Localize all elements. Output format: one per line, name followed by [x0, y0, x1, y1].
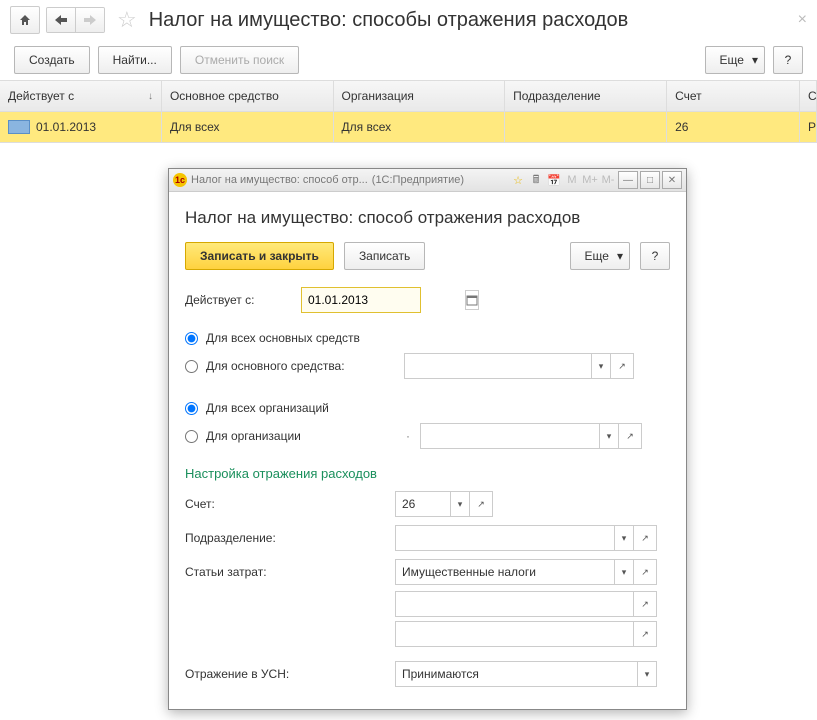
record-icon: [8, 120, 30, 134]
col-dept[interactable]: Подразделение: [505, 81, 667, 111]
dept-combo[interactable]: ▾ ↗: [395, 525, 657, 551]
save-button[interactable]: Записать: [344, 242, 425, 270]
col-effective-label: Действует с: [8, 89, 74, 103]
favorite-star-icon[interactable]: ☆: [117, 7, 137, 33]
open-link-icon[interactable]: ↗: [633, 622, 656, 646]
org-combo[interactable]: ▾ ↗: [420, 423, 642, 449]
modal-title: Налог на имущество: способ отражения рас…: [185, 208, 670, 228]
chevron-down-icon: ▾: [617, 249, 623, 263]
asset-combo[interactable]: ▾ ↗: [404, 353, 634, 379]
section-heading: Настройка отражения расходов: [185, 466, 670, 481]
cost-items-label: Статьи затрат:: [185, 565, 395, 579]
col-effective[interactable]: Действует с ↓: [0, 81, 162, 111]
radio-all-assets[interactable]: [185, 332, 198, 345]
radio-one-asset[interactable]: [185, 360, 198, 373]
dot-indicator: ·: [404, 429, 412, 443]
mem-plus-icon[interactable]: M+: [582, 172, 598, 188]
chevron-down-icon[interactable]: ▾: [591, 354, 610, 378]
row-account: 26: [667, 112, 800, 142]
calendar-icon[interactable]: 📅: [546, 172, 562, 188]
mem-m-icon[interactable]: M: [564, 172, 580, 188]
account-label: Счет:: [185, 497, 395, 511]
sort-asc-icon: ↓: [148, 91, 153, 102]
minimize-button[interactable]: —: [618, 171, 638, 189]
chevron-down-icon[interactable]: ▾: [614, 560, 633, 584]
nav-back-forward: [46, 7, 105, 33]
radio-one-org[interactable]: [185, 430, 198, 443]
chevron-down-icon[interactable]: ▾: [450, 492, 469, 516]
modal-help-button[interactable]: ?: [640, 242, 670, 270]
col-asset[interactable]: Основное средство: [162, 81, 334, 111]
cost-items-combo[interactable]: Имущественные налоги ▾ ↗: [395, 559, 657, 585]
usn-combo[interactable]: Принимаются ▾: [395, 661, 657, 687]
modal-more-label: Еще: [585, 249, 609, 263]
modal-more-button[interactable]: Еще ▾: [570, 242, 630, 270]
col-account[interactable]: Счет: [667, 81, 800, 111]
open-link-icon[interactable]: ↗: [618, 424, 641, 448]
open-link-icon[interactable]: ↗: [610, 354, 633, 378]
close-page-button[interactable]: ×: [798, 11, 807, 29]
forward-button[interactable]: [76, 8, 104, 32]
radio-one-asset-label: Для основного средства:: [206, 359, 396, 373]
cost-items-extra1[interactable]: ↗: [395, 591, 657, 617]
row-dept: [505, 112, 667, 142]
dept-label: Подразделение:: [185, 531, 395, 545]
open-link-icon[interactable]: ↗: [633, 592, 656, 616]
row-last: Р: [800, 112, 817, 142]
star-icon[interactable]: ☆: [510, 172, 526, 188]
effective-date-input[interactable]: [306, 292, 465, 308]
modal-window: 1c Налог на имущество: способ отр... (1С…: [168, 168, 687, 710]
effective-date-field[interactable]: [301, 287, 421, 313]
row-date: 01.01.2013: [36, 120, 96, 134]
open-link-icon[interactable]: ↗: [469, 492, 492, 516]
date-picker-icon[interactable]: [465, 290, 479, 310]
radio-all-assets-label: Для всех основных средств: [206, 331, 360, 345]
create-button[interactable]: Создать: [14, 46, 90, 74]
effective-label: Действует с:: [185, 293, 301, 307]
chevron-down-icon[interactable]: ▾: [614, 526, 633, 550]
radio-one-org-label: Для организации: [206, 429, 396, 443]
cost-items-extra2[interactable]: ↗: [395, 621, 657, 647]
row-asset: Для всех: [162, 112, 334, 142]
open-link-icon[interactable]: ↗: [633, 526, 656, 550]
account-combo-value: 26: [396, 497, 450, 511]
save-and-close-button[interactable]: Записать и закрыть: [185, 242, 334, 270]
table-row[interactable]: 01.01.2013 Для всех Для всех 26 Р: [0, 112, 817, 142]
more-label: Еще: [720, 53, 744, 67]
chevron-down-icon: ▾: [752, 53, 758, 67]
app-1c-icon: 1c: [173, 173, 187, 187]
calc-icon[interactable]: 🖩: [528, 172, 544, 188]
modal-tab-suffix: (1С:Предприятие): [372, 174, 464, 186]
modal-tab-title: Налог на имущество: способ отр...: [191, 174, 368, 186]
maximize-button[interactable]: □: [640, 171, 660, 189]
radio-all-orgs[interactable]: [185, 402, 198, 415]
grid-header: Действует с ↓ Основное средство Организа…: [0, 81, 817, 112]
find-button[interactable]: Найти...: [98, 46, 172, 74]
cancel-search-button: Отменить поиск: [180, 46, 299, 74]
usn-combo-value: Принимаются: [396, 667, 637, 681]
open-link-icon[interactable]: ↗: [633, 560, 656, 584]
col-last[interactable]: С: [800, 81, 817, 111]
mem-minus-icon[interactable]: M-: [600, 172, 616, 188]
data-grid: Действует с ↓ Основное средство Организа…: [0, 80, 817, 143]
back-button[interactable]: [47, 8, 76, 32]
cost-items-value: Имущественные налоги: [396, 565, 614, 579]
page-title: Налог на имущество: способы отражения ра…: [149, 9, 628, 32]
usn-label: Отражение в УСН:: [185, 667, 395, 681]
help-button[interactable]: ?: [773, 46, 803, 74]
home-button[interactable]: [10, 6, 40, 34]
chevron-down-icon[interactable]: ▾: [637, 662, 656, 686]
account-combo[interactable]: 26 ▾ ↗: [395, 491, 493, 517]
row-org: Для всех: [334, 112, 506, 142]
radio-all-orgs-label: Для всех организаций: [206, 401, 329, 415]
chevron-down-icon[interactable]: ▾: [599, 424, 618, 448]
more-button[interactable]: Еще ▾: [705, 46, 765, 74]
close-button[interactable]: ✕: [662, 171, 682, 189]
col-org[interactable]: Организация: [334, 81, 506, 111]
